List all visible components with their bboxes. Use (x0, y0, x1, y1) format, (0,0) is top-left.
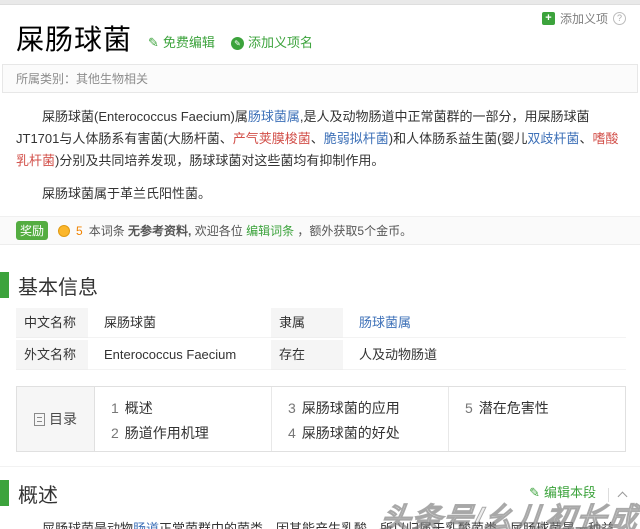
category-value: 其他生物相关 (76, 72, 148, 86)
overview-section: 概述 ✎ 编辑本段 屎肠球菌是动物肠道正常菌群中的菌类，因其能产生乳酸，所以归属… (0, 466, 640, 529)
add-synonym-name-icon: ✎ (231, 37, 244, 50)
catalog-item-num: 1 (111, 400, 119, 416)
reward-bar: 奖励 5 本词条 无参考资料, 欢迎各位 编辑词条 ，额外获取5个金币。 (0, 216, 640, 245)
catalog-icon (34, 413, 45, 426)
info-label: 隶属 (271, 308, 343, 338)
edit-paragraph-label: 编辑本段 (544, 484, 596, 502)
catalog-item-num: 5 (465, 400, 473, 416)
edit-entry-link[interactable]: 编辑词条 (246, 224, 294, 238)
catalog-title-cell: 目录 (17, 387, 95, 451)
intro-paragraph-1: 屎肠球菌(Enterococcus Faecium)属肠球菌属,是人及动物肠道中… (16, 106, 624, 172)
catalog-item-num: 2 (111, 425, 119, 441)
baike-entry-page: + 添加义项 ? 屎肠球菌 ✎ 免费编辑 ✎ 添加义项名 所属类别：其他生物相关… (0, 0, 640, 529)
reward-middle: 欢迎各位 (191, 224, 246, 238)
info-value: 人及动物肠道 (343, 340, 626, 370)
intro-text: 屎肠球菌(Enterococcus Faecium)属 (42, 109, 248, 124)
catalog-item-label: 潜在危害性 (479, 400, 549, 416)
catalog-column: 5 潜在危害性 (449, 387, 625, 451)
catalog-item-label: 肠道作用机理 (125, 425, 209, 441)
coin-icon (58, 225, 70, 237)
intro-section: 屎肠球菌(Enterococcus Faecium)属肠球菌属,是人及动物肠道中… (16, 106, 624, 205)
info-label: 外文名称 (16, 340, 88, 370)
top-border (0, 0, 640, 5)
divider (608, 488, 609, 502)
link-bacteroides-fragilis[interactable]: 脆弱拟杆菌 (324, 131, 389, 146)
no-reference-text: 无参考资料, (128, 224, 191, 238)
reward-badge: 奖励 (16, 221, 48, 240)
help-icon[interactable]: ? (613, 12, 626, 25)
intro-text: )分别及共同培养发现，肠球球菌对这些菌均有抑制作用。 (55, 153, 384, 168)
basic-info-table: 中文名称 屎肠球菌 隶属 肠球菌属 外文名称 Enterococcus Faec… (16, 308, 626, 370)
reward-tail: ，额外获取5个金币。 (294, 224, 412, 238)
catalog-box: 目录 1 概述 2 肠道作用机理 3 屎肠球菌的应用 4 屎肠球菌的好处 5 潜在危害性 (16, 386, 626, 452)
info-label: 中文名称 (16, 308, 88, 338)
catalog-item-num: 3 (288, 400, 296, 416)
link-clostridium-perfringens[interactable]: 产气荚膜梭菌 (233, 131, 311, 146)
catalog-item-num: 4 (288, 425, 296, 441)
add-synonym-control[interactable]: + 添加义项 ? (542, 10, 626, 27)
pencil-icon: ✎ (529, 484, 540, 502)
intro-text: 、 (311, 131, 324, 146)
reward-lead: 本词条 (89, 224, 128, 238)
basic-info-header: 基本信息 (0, 272, 640, 298)
catalog-title: 目录 (49, 409, 77, 429)
catalog-item-application[interactable]: 3 屎肠球菌的应用 (288, 396, 448, 421)
intro-paragraph-2: 屎肠球菌属于革兰氏阳性菌。 (16, 183, 624, 205)
add-synonym-name-link[interactable]: ✎ 添加义项名 (231, 34, 313, 55)
title-row: 屎肠球菌 ✎ 免费编辑 ✎ 添加义项名 (16, 25, 626, 55)
add-synonym-name-label: 添加义项名 (248, 34, 313, 52)
table-row: 中文名称 屎肠球菌 隶属 肠球菌属 (16, 308, 626, 338)
catalog-item-label: 屎肠球菌的应用 (302, 400, 400, 416)
overview-text: 屎肠球菌是动物 (42, 521, 133, 529)
basic-info-section: 基本信息 中文名称 屎肠球菌 隶属 肠球菌属 外文名称 Enterococcus… (0, 272, 640, 370)
section-accent-bar (0, 272, 9, 298)
catalog-item-overview[interactable]: 1 概述 (111, 396, 271, 421)
plus-icon[interactable]: + (542, 12, 555, 25)
basic-info-title: 基本信息 (18, 271, 98, 300)
catalog-item-benefits[interactable]: 4 屎肠球菌的好处 (288, 421, 448, 446)
page-title: 屎肠球菌 (16, 25, 132, 55)
intro-text: )和人体肠系益生菌(婴儿 (389, 131, 528, 146)
catalog-column: 1 概述 2 肠道作用机理 (95, 387, 272, 451)
coin-count: 5 (76, 224, 83, 238)
link-intestine[interactable]: 肠道 (133, 521, 159, 529)
link-bifidobacterium[interactable]: 双歧杆菌 (527, 131, 579, 146)
info-value: Enterococcus Faecium (88, 340, 271, 370)
link-enterococcus-genus[interactable]: 肠球菌属 (248, 109, 300, 124)
catalog-item-label: 屎肠球菌的好处 (302, 425, 400, 441)
catalog-column: 3 屎肠球菌的应用 4 屎肠球菌的好处 (272, 387, 449, 451)
add-synonym-label[interactable]: 添加义项 (560, 10, 608, 27)
edit-paragraph-link[interactable]: ✎ 编辑本段 (529, 484, 596, 505)
overview-tools: ✎ 编辑本段 (529, 484, 626, 505)
overview-paragraph: 屎肠球菌是动物肠道正常菌群中的菌类，因其能产生乳酸，所以归属于乳酸菌类。屎肠球菌… (16, 518, 624, 529)
catalog-item-label: 概述 (125, 400, 153, 416)
info-label: 存在 (271, 340, 343, 370)
catalog-item-mechanism[interactable]: 2 肠道作用机理 (111, 421, 271, 446)
pencil-icon: ✎ (148, 34, 159, 52)
link-enterococcus-genus[interactable]: 肠球菌属 (359, 315, 411, 330)
info-value: 肠球菌属 (343, 308, 626, 338)
intro-text: 、 (579, 131, 592, 146)
section-accent-bar (0, 480, 9, 506)
overview-header: 概述 ✎ 编辑本段 (0, 480, 640, 506)
category-bar: 所属类别：其他生物相关 (2, 64, 638, 93)
overview-title: 概述 (18, 479, 58, 508)
free-edit-label: 免费编辑 (163, 34, 215, 52)
reward-text: 本词条 无参考资料, 欢迎各位 编辑词条 ，额外获取5个金币。 (89, 222, 412, 239)
catalog-item-hazards[interactable]: 5 潜在危害性 (465, 396, 625, 421)
collapse-chevron-up-icon[interactable] (618, 491, 628, 501)
table-row: 外文名称 Enterococcus Faecium 存在 人及动物肠道 (16, 340, 626, 370)
category-label: 所属类别： (16, 72, 76, 86)
free-edit-link[interactable]: ✎ 免费编辑 (148, 34, 215, 55)
info-value: 屎肠球菌 (88, 308, 271, 338)
